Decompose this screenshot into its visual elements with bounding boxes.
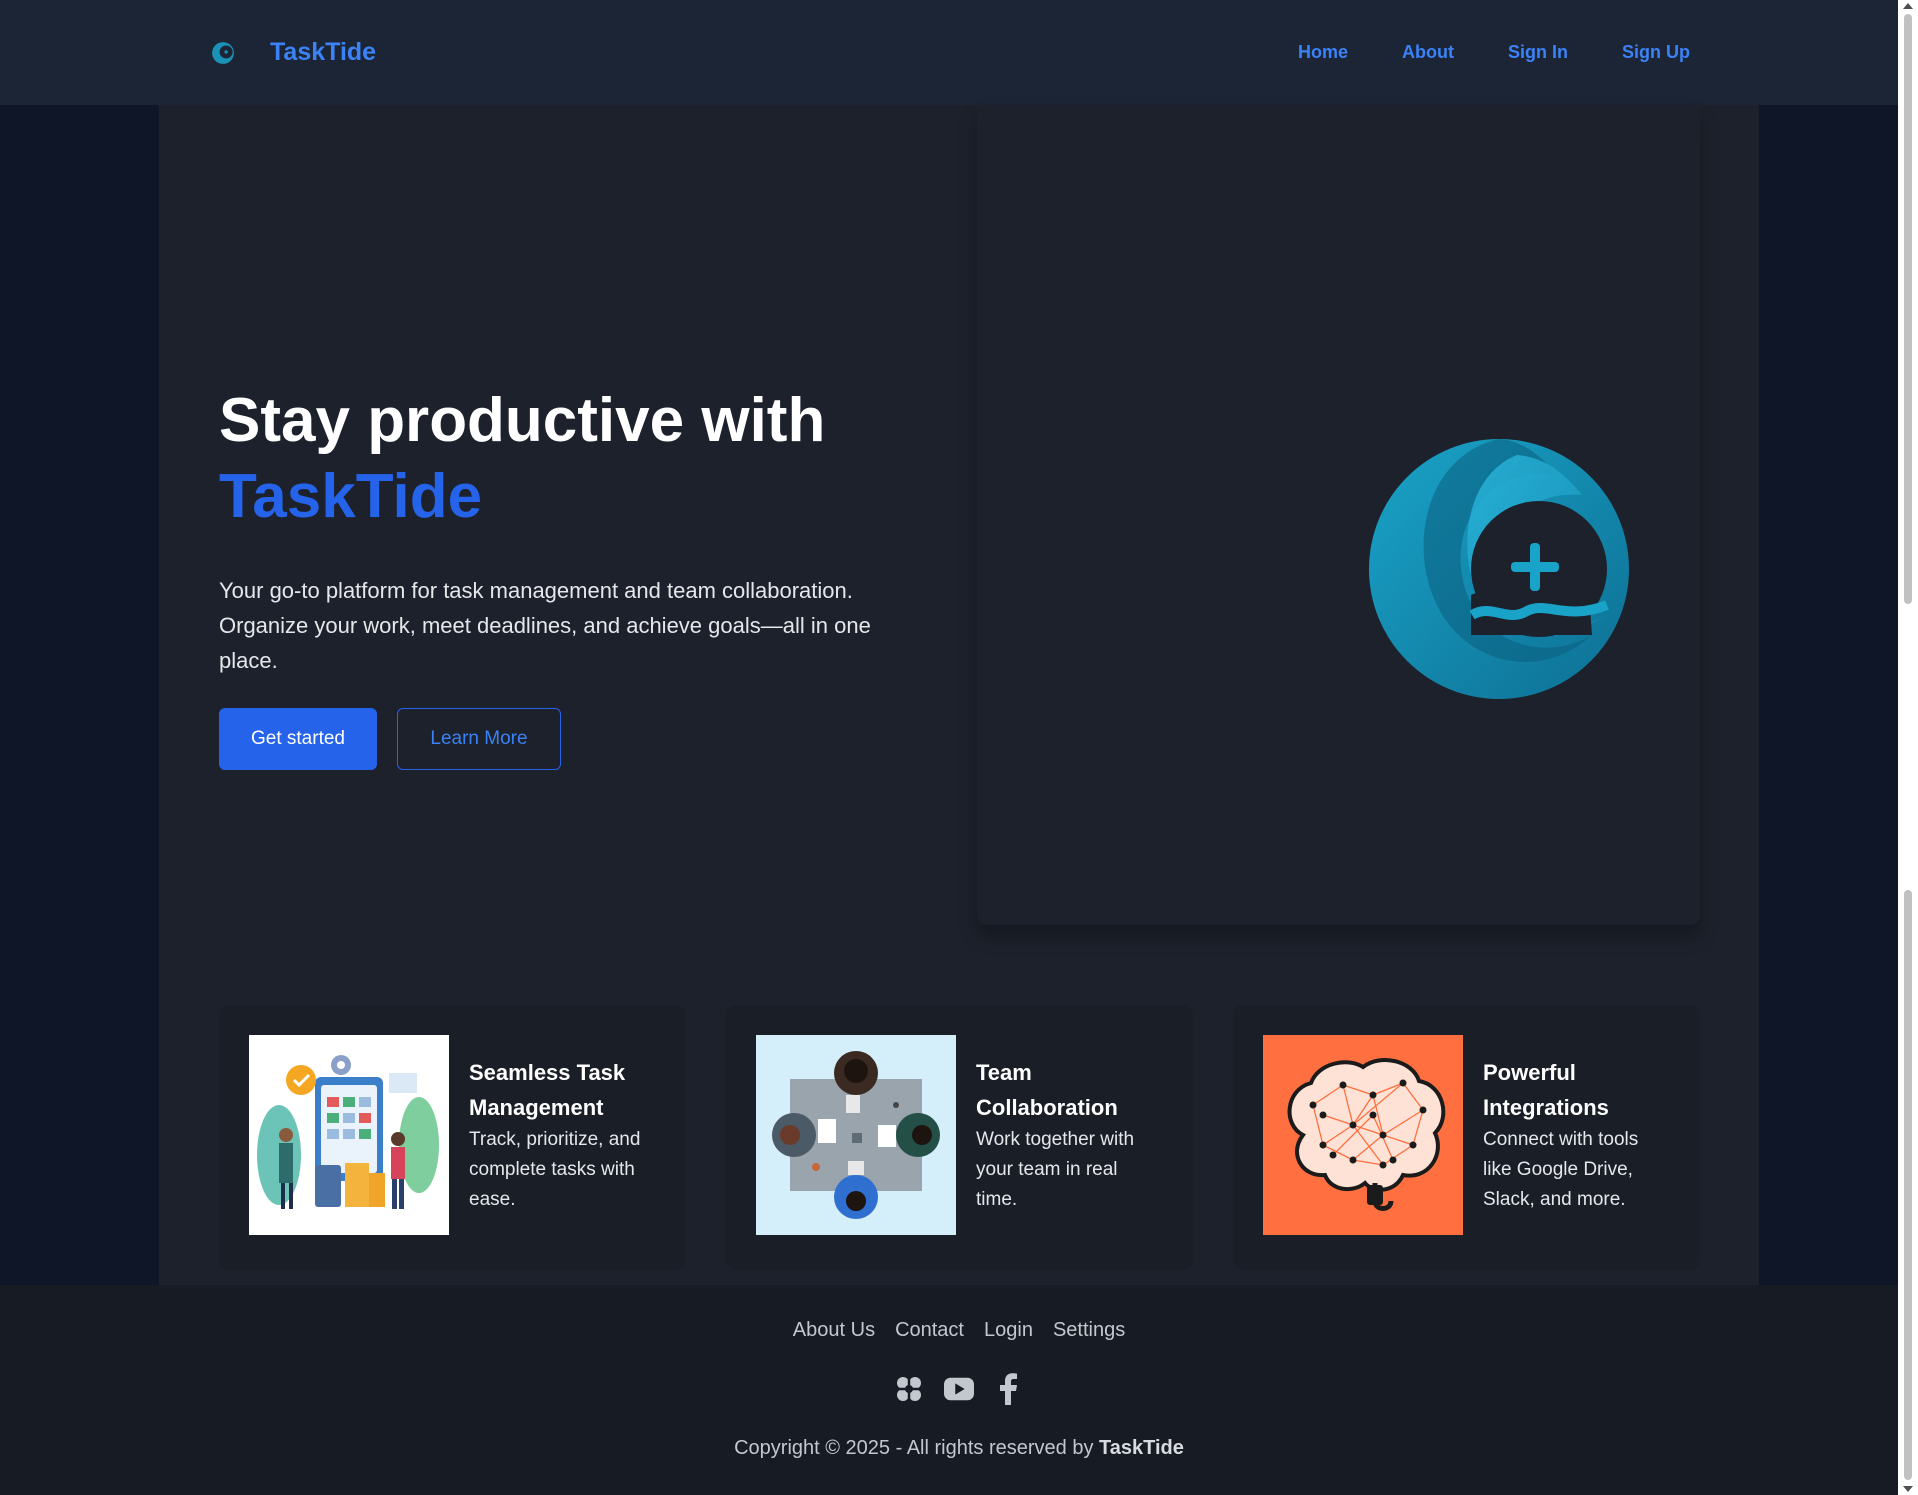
feature-card-title: Team Collaboration [976,1060,1118,1120]
copyright-text: Copyright © 2025 - All rights reserved b… [734,1437,1100,1459]
task-management-illustration [249,1035,449,1235]
nav-links: Home About Sign In Sign Up [1298,0,1690,105]
youtube-icon[interactable] [944,1373,974,1405]
hero-visual [977,105,1700,925]
footer-links: About Us Contact Login Settings [0,1319,1918,1342]
copyright: Copyright © 2025 - All rights reserved b… [0,1437,1918,1460]
hero-description: Your go-to platform for task management … [219,578,871,673]
brand[interactable]: TaskTide [210,0,376,105]
hero-text: Stay productive with TaskTide Your go-to… [219,383,919,770]
team-meeting-illustration [756,1035,956,1235]
nav-sign-in-link[interactable]: Sign In [1508,42,1568,63]
feature-card-title: Powerful Integrations [1483,1060,1609,1120]
feature-cards: Seamless Task Management Track, prioriti… [219,1005,1700,1270]
copyright-brand: TaskTide [1099,1437,1184,1459]
facebook-icon[interactable] [994,1373,1024,1405]
scrollbar[interactable] [1898,0,1918,1495]
hero-title: Stay productive with TaskTide [219,383,919,535]
feature-card-text: Seamless Task Management Track, prioriti… [469,1035,656,1240]
main-content: Stay productive with TaskTide Your go-to… [159,105,1759,1285]
footer-settings-link[interactable]: Settings [1053,1319,1125,1342]
navbar: TaskTide Home About Sign In Sign Up [0,0,1898,105]
brain-network-illustration [1263,1035,1463,1235]
hero-title-accent: TaskTide [219,462,483,531]
brand-name: TaskTide [270,38,377,66]
footer-login-link[interactable]: Login [984,1319,1033,1342]
nav-about-link[interactable]: About [1402,42,1454,63]
feature-card-text: Team Collaboration Work together with yo… [976,1035,1163,1240]
scroll-down-arrow-icon[interactable] [1903,1486,1913,1492]
footer: About Us Contact Login Settings Copyrigh… [0,1285,1898,1495]
feature-card: Seamless Task Management Track, prioriti… [219,1005,686,1270]
feature-card: Powerful Integrations Connect with tools… [1233,1005,1700,1270]
scroll-up-arrow-icon[interactable] [1903,3,1913,9]
get-started-button[interactable]: Get started [219,708,377,770]
learn-more-button[interactable]: Learn More [397,708,561,770]
footer-social [0,1373,1918,1405]
hero-title-line: Stay productive with [219,386,826,455]
asterisk-icon[interactable] [894,1373,924,1405]
footer-about-us-link[interactable]: About Us [793,1319,875,1342]
nav-home-link[interactable]: Home [1298,42,1348,63]
feature-card-text: Powerful Integrations Connect with tools… [1483,1035,1670,1240]
footer-contact-link[interactable]: Contact [895,1319,964,1342]
feature-card-description: Track, prioritize, and complete tasks wi… [469,1129,641,1210]
tasktide-wave-logo-icon [1369,439,1629,699]
feature-card: Team Collaboration Work together with yo… [726,1005,1193,1270]
feature-card-description: Work together with your team in real tim… [976,1129,1135,1210]
tasktide-logo-icon [212,41,234,64]
hero-buttons: Get started Learn More [219,708,919,770]
scroll-thumb-secondary[interactable] [1904,890,1912,1480]
feature-card-description: Connect with tools like Google Drive, Sl… [1483,1129,1639,1210]
nav-sign-up-link[interactable]: Sign Up [1622,42,1690,63]
scroll-thumb[interactable] [1904,14,1912,604]
feature-card-title: Seamless Task Management [469,1060,626,1120]
